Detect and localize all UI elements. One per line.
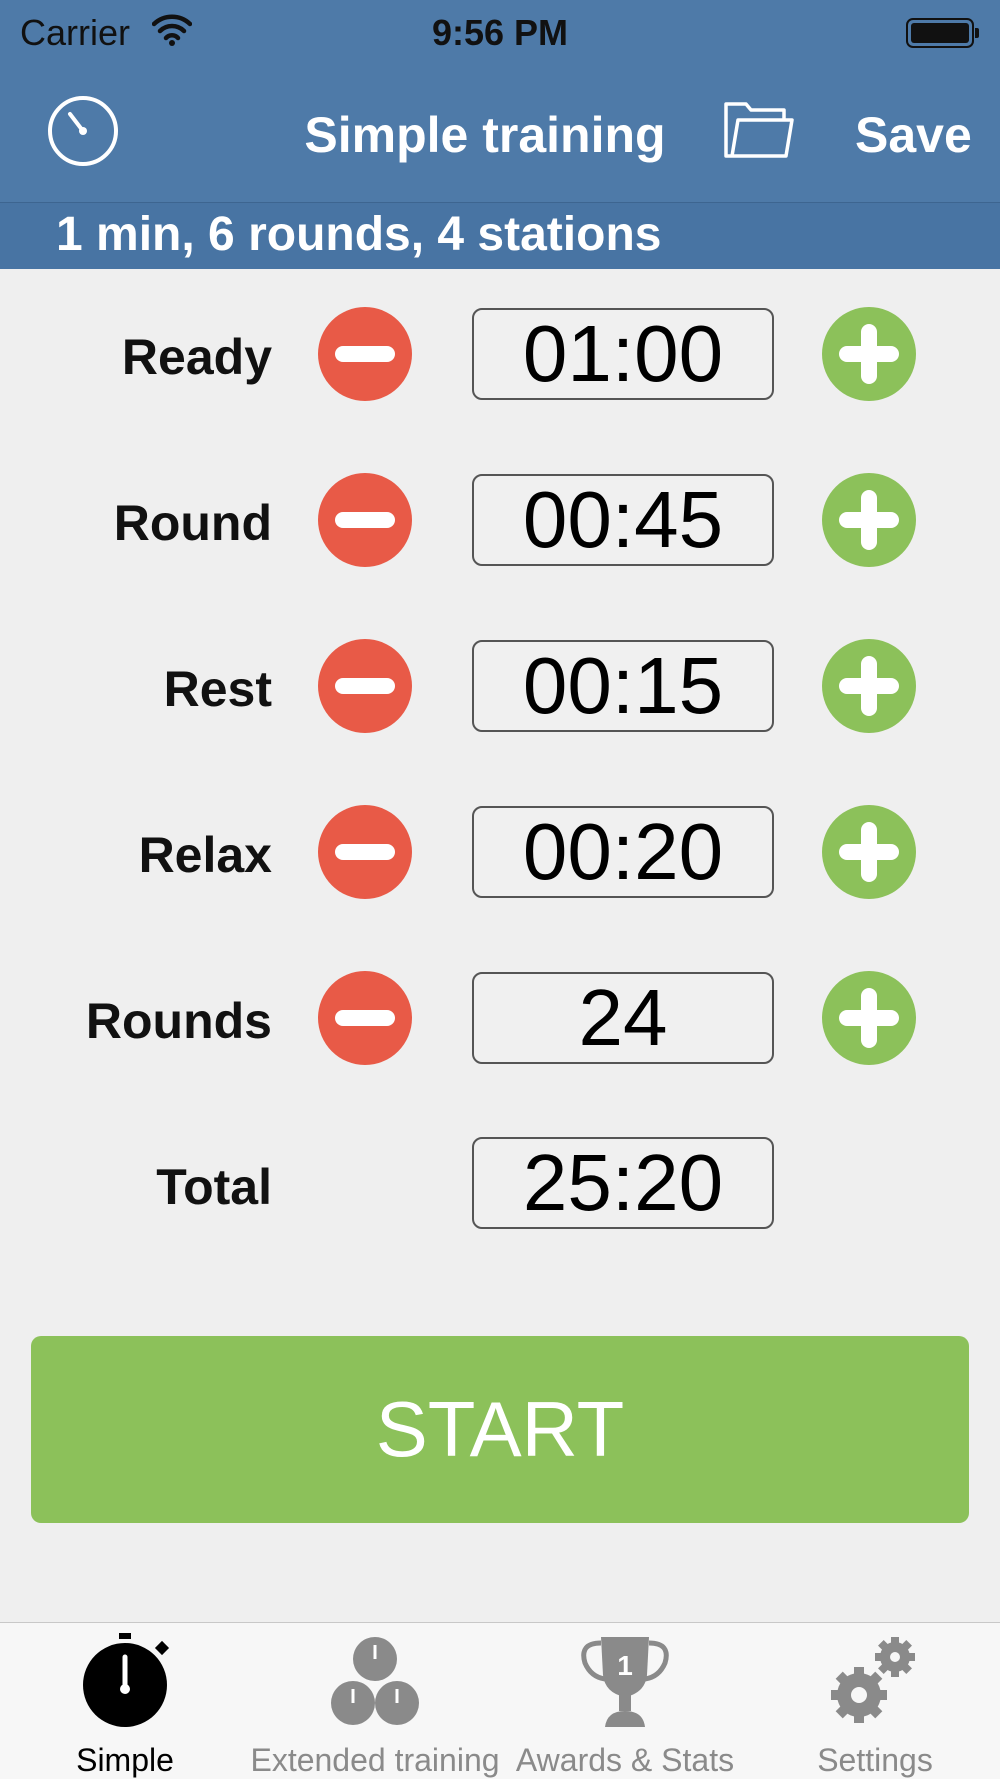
training-summary: 1 min, 6 rounds, 4 stations: [0, 202, 1000, 269]
battery-icon: [906, 18, 979, 48]
round-decrease-button[interactable]: [318, 473, 412, 567]
row-label-relax: Relax: [138, 827, 272, 883]
stopwatch-icon: [83, 1633, 170, 1727]
rest-increase-button[interactable]: [822, 639, 916, 733]
svg-text:1: 1: [617, 1650, 633, 1681]
ready-increase-button[interactable]: [822, 307, 916, 401]
relax-value: 00:20: [472, 806, 774, 898]
tab-awards-stats[interactable]: 1 Awards & Stats: [500, 1623, 750, 1779]
nav-bar: Simple training Save: [0, 70, 1000, 202]
multi-stopwatch-icon: [331, 1637, 419, 1725]
total-value: 25:20: [472, 1137, 774, 1229]
tab-settings[interactable]: Settings: [775, 1623, 975, 1779]
rounds-increase-button[interactable]: [822, 971, 916, 1065]
save-button[interactable]: Save: [855, 106, 972, 164]
gears-icon: [831, 1637, 915, 1723]
header: Carrier 9:56 PM Simple training Save: [0, 0, 1000, 202]
relax-increase-button[interactable]: [822, 805, 916, 899]
ready-decrease-button[interactable]: [318, 307, 412, 401]
trophy-icon: 1: [581, 1637, 669, 1727]
tab-simple[interactable]: Simple: [25, 1623, 225, 1779]
row-label-ready: Ready: [121, 329, 272, 385]
row-label-total: Total: [156, 1159, 272, 1215]
rounds-decrease-button[interactable]: [318, 971, 412, 1065]
rest-value: 00:15: [472, 640, 774, 732]
row-label-rest: Rest: [163, 661, 272, 717]
tab-extended-training[interactable]: Extended training: [250, 1623, 500, 1779]
status-bar: Carrier 9:56 PM: [0, 0, 1000, 70]
row-label-round: Round: [113, 495, 272, 551]
stopwatch-icon[interactable]: [46, 94, 120, 168]
tab-label-extended-training: Extended training: [250, 1742, 500, 1778]
folder-icon[interactable]: [722, 98, 796, 162]
round-increase-button[interactable]: [822, 473, 916, 567]
ready-value: 01:00: [472, 308, 774, 400]
row-label-rounds: Rounds: [85, 993, 272, 1049]
training-summary-text: 1 min, 6 rounds, 4 stations: [56, 208, 662, 261]
page-title: Simple training: [304, 107, 666, 163]
tab-label-awards-stats: Awards & Stats: [515, 1742, 735, 1778]
rest-decrease-button[interactable]: [318, 639, 412, 733]
round-value: 00:45: [472, 474, 774, 566]
tab-label-simple: Simple: [76, 1742, 174, 1778]
tab-bar: Simple Extended training 1 Awards & Stat…: [0, 1622, 1000, 1779]
start-button[interactable]: START: [31, 1336, 969, 1523]
status-time: 9:56 PM: [431, 12, 569, 53]
relax-decrease-button[interactable]: [318, 805, 412, 899]
rounds-value: 24: [472, 972, 774, 1064]
tab-label-settings: Settings: [817, 1742, 933, 1778]
